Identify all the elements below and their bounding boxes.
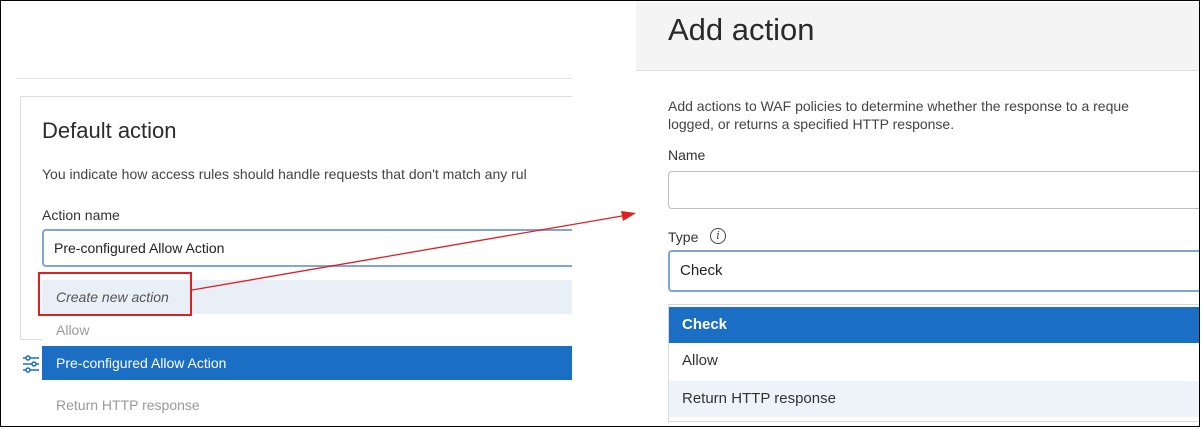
type-label: Type — [668, 229, 699, 245]
page-title: Default action — [42, 118, 177, 143]
filter-sliders-icon[interactable] — [22, 354, 40, 374]
info-icon[interactable]: i — [710, 228, 726, 244]
type-option-allow[interactable]: Allow — [669, 343, 1199, 379]
type-option-return-http[interactable]: Return HTTP response — [669, 381, 1199, 417]
dropdown-option-return-http[interactable]: Return HTTP response — [42, 390, 572, 420]
type-select-value: Check — [680, 262, 723, 279]
action-name-label: Action name — [42, 207, 120, 223]
name-input[interactable] — [668, 171, 1199, 209]
dropdown-option-allow[interactable]: Allow — [42, 316, 572, 344]
name-label: Name — [668, 147, 706, 163]
add-action-panel: Add action Add actions to WAF policies t… — [636, 2, 1199, 426]
panel-description: Add actions to WAF policies to determine… — [668, 98, 1129, 132]
divider — [16, 78, 572, 79]
type-option-check[interactable]: Check — [669, 307, 1199, 343]
type-dropdown-list: Check Allow Return HTTP response — [668, 304, 1199, 422]
highlight-box — [38, 272, 192, 316]
dropdown-option-preconfigured-allow[interactable]: Pre-configured Allow Action — [42, 346, 572, 380]
type-select[interactable] — [668, 250, 1199, 292]
default-action-panel: Default action You indicate how access r… — [2, 2, 572, 426]
action-name-value: Pre-configured Allow Action — [54, 240, 225, 256]
panel-title: Add action — [668, 12, 815, 47]
description: You indicate how access rules should han… — [42, 166, 527, 182]
